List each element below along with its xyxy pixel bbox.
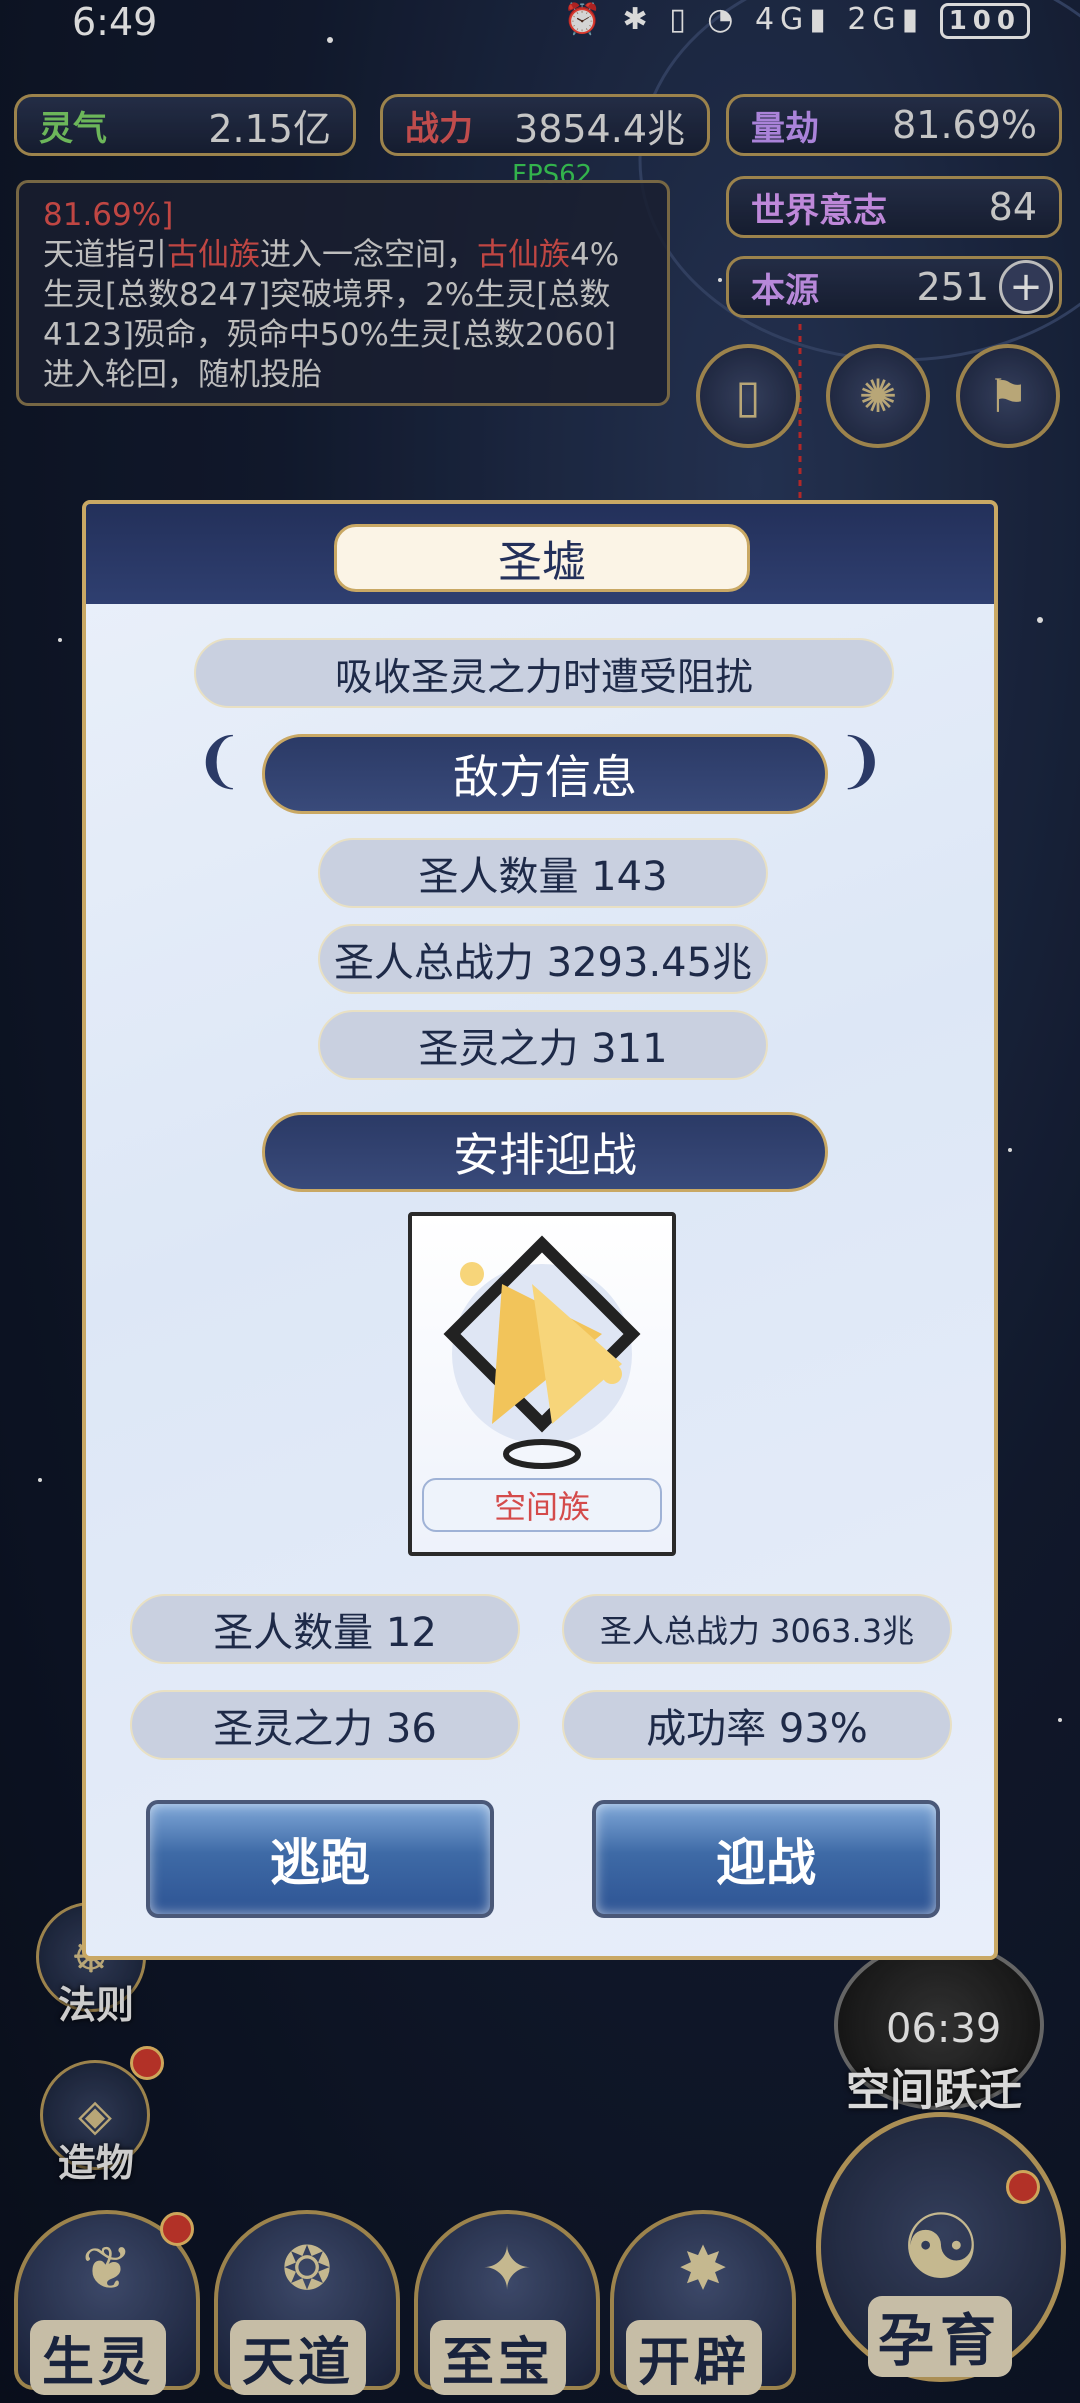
dialog-title: 圣墟 (334, 524, 750, 592)
shengxu-dialog: 圣墟 吸收圣灵之力时遭受阻扰 ❨ 敌方信息 ❩ 圣人数量 143 圣人总战力 3… (82, 500, 998, 1960)
dialog-subtitle: 吸收圣灵之力时遭受阻扰 (194, 638, 894, 708)
enemy-spirit-power: 圣灵之力 311 (318, 1010, 768, 1080)
enemy-info-header: 敌方信息 (262, 734, 828, 814)
success-rate: 成功率 93% (562, 1690, 952, 1760)
arrange-battle-header: 安排迎战 (262, 1112, 828, 1192)
left-wing-icon: ❨ (194, 726, 245, 796)
enemy-sage-count: 圣人数量 143 (318, 838, 768, 908)
flee-button[interactable]: 逃跑 (146, 1800, 494, 1918)
fight-button[interactable]: 迎战 (592, 1800, 940, 1918)
right-wing-icon: ❩ (836, 726, 887, 796)
enemy-sage-power: 圣人总战力 3293.45兆 (318, 924, 768, 994)
space-race-emblem-icon (443, 1235, 641, 1469)
our-spirit-power: 圣灵之力 36 (130, 1690, 520, 1760)
our-sage-count: 圣人数量 12 (130, 1594, 520, 1664)
our-sage-power: 圣人总战力 3063.3兆 (562, 1594, 952, 1664)
race-card-label: 空间族 (422, 1478, 662, 1532)
race-card[interactable]: 空间族 (408, 1212, 676, 1556)
